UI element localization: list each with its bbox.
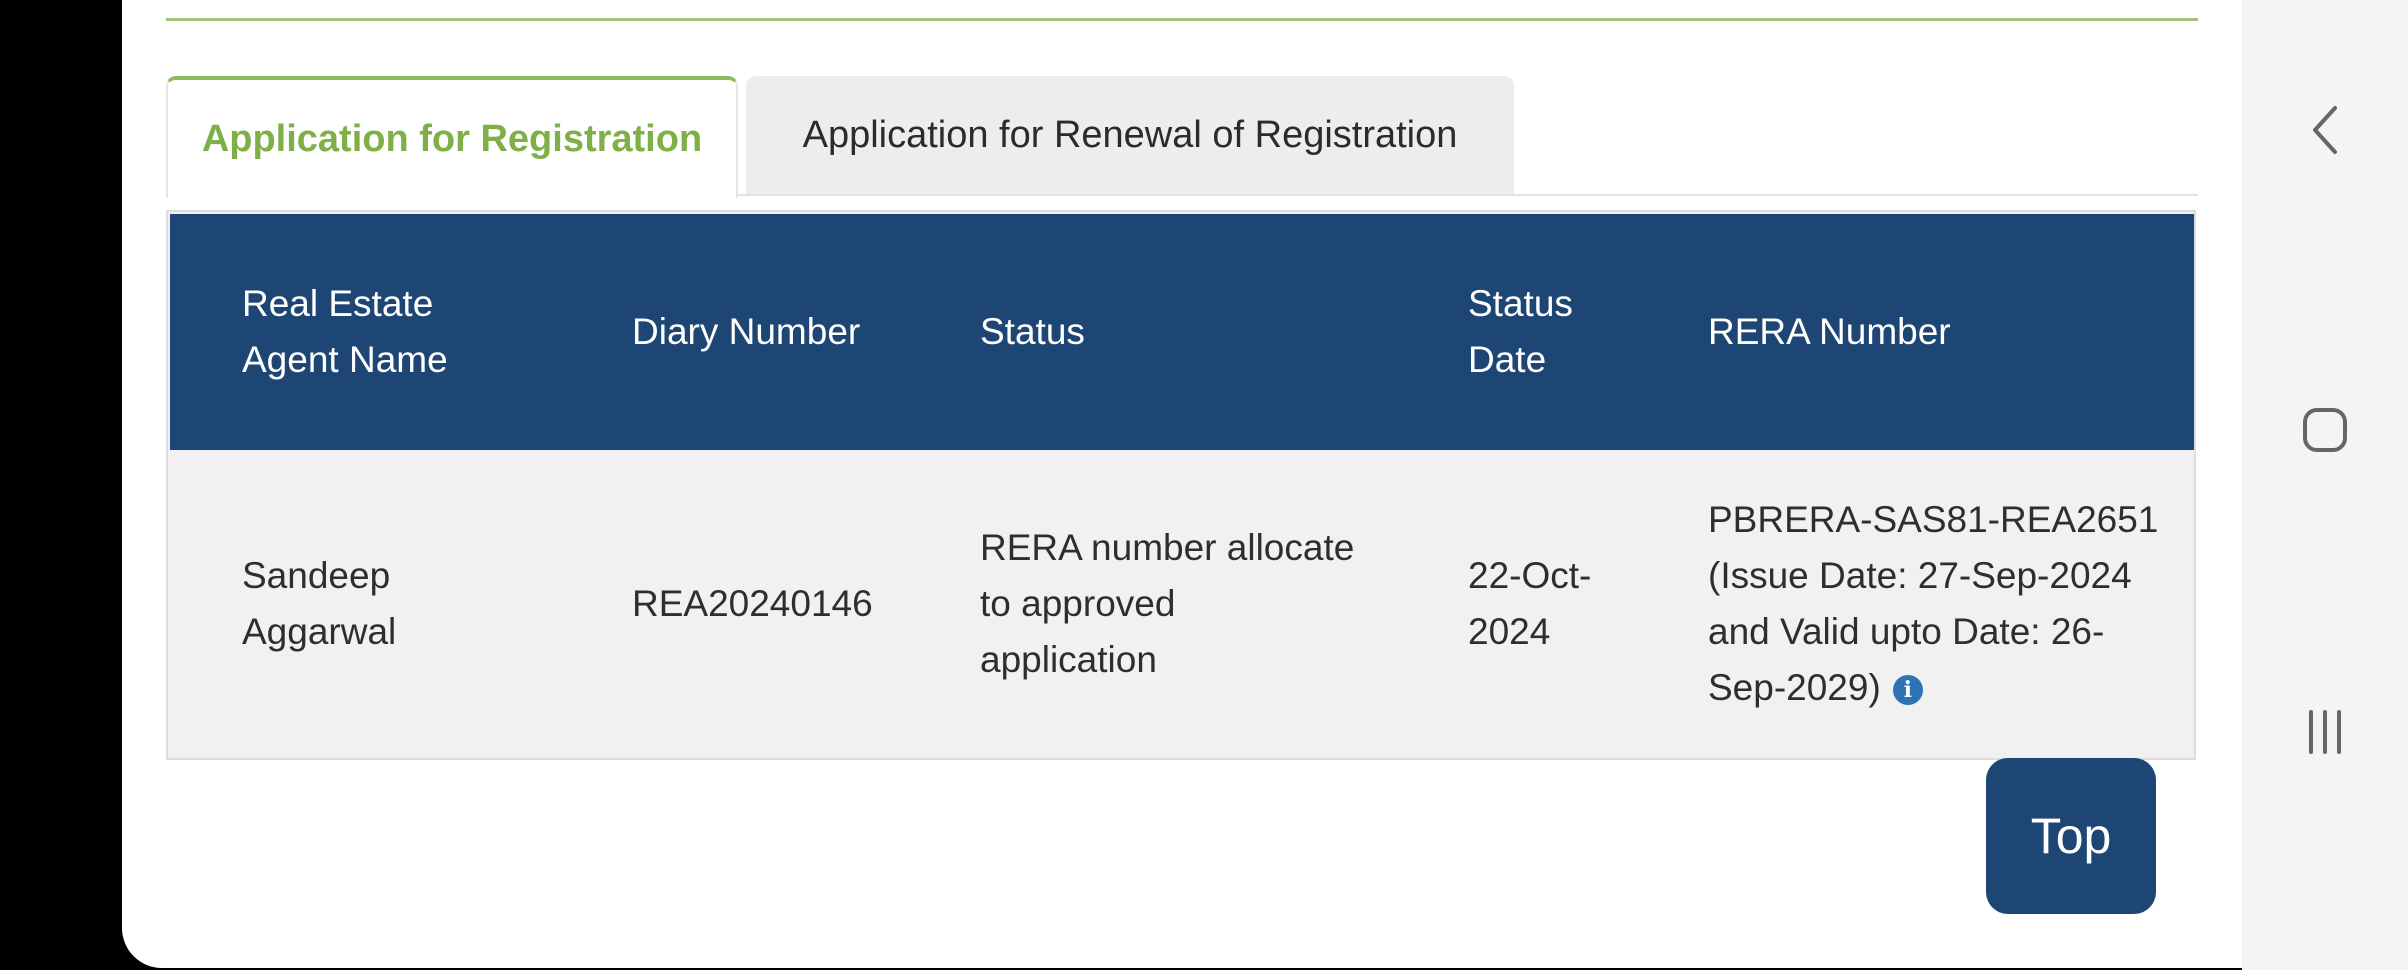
recents-bars-icon [2309,710,2341,754]
tab-application-for-renewal[interactable]: Application for Renewal of Registration [746,76,1514,194]
section-divider [166,18,2198,21]
home-button[interactable] [2242,370,2408,490]
tab-application-for-registration[interactable]: Application for Registration [166,76,738,198]
home-square-icon [2303,408,2347,452]
header-status-date: Status Date [1468,283,1573,380]
cell-diary-number: REA20240146 [632,583,873,624]
header-status: Status [980,311,1085,352]
registration-table: Real Estate Agent Name Diary Number Stat… [166,210,2196,760]
back-button[interactable] [2242,70,2408,190]
table-header: Real Estate Agent Name Diary Number Stat… [170,214,2194,450]
android-navigation-bar [2242,0,2408,970]
header-agent-name: Real Estate Agent Name [242,283,448,380]
back-chevron-icon [2313,106,2337,154]
cell-agent-name: Sandeep Aggarwal [242,555,397,652]
recents-button[interactable] [2242,672,2408,792]
info-icon[interactable]: i [1892,675,1923,706]
cell-status-date: 22-Oct- 2024 [1468,555,1592,652]
cell-status: RERA number allocate to approved applica… [980,527,1355,680]
cell-rera-number: PBRERA-SAS81-REA2651 (Issue Date: 27-Sep… [1708,470,2188,738]
device-screen: Application for Registration Application… [0,0,2408,970]
header-rera-number: RERA Number [1708,311,1951,352]
header-diary-number: Diary Number [632,311,861,352]
tab-label: Application for Renewal of Registration [802,113,1458,156]
tab-label: Application for Registration [201,117,703,160]
rera-last-line: Sep-2029) i [1708,660,1923,716]
scroll-to-top-button[interactable]: Top [1986,758,2156,914]
table-row: Sandeep Aggarwal REA20240146 RERA number… [170,450,2194,758]
